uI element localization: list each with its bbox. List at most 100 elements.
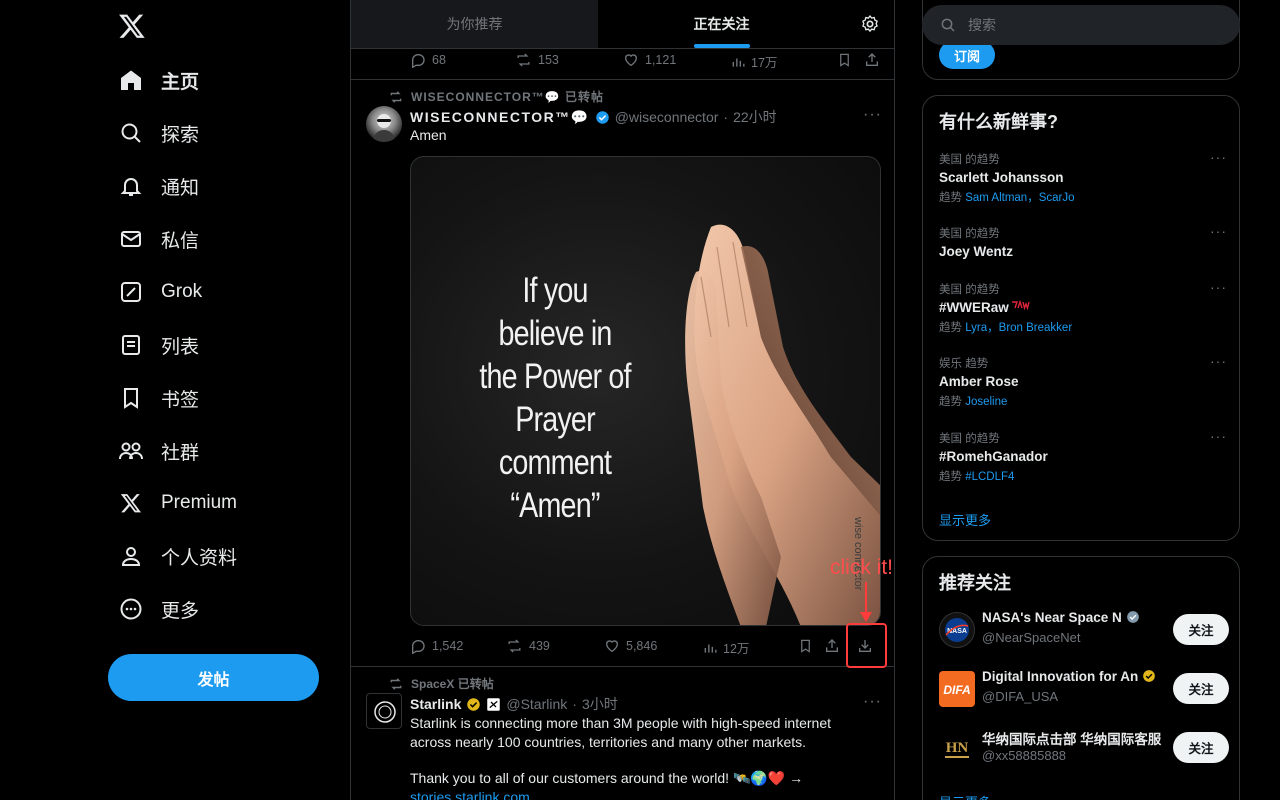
follow-suggestion[interactable]: HN 华纳国际点击部 华纳国际客服 @xx58885888 关注 [939,726,1229,770]
difa-logo-icon: DIFA [943,683,970,697]
views-button[interactable]: 12万 [703,638,749,657]
author-name[interactable]: Starlink [410,696,461,712]
trends-show-more-link[interactable]: 显示更多 [939,510,991,529]
trend-sub-links[interactable]: #LCDLF4 [965,471,1014,483]
bookmark-button[interactable] [837,52,852,68]
follow-suggestion[interactable]: NASA NASA's Near Space N @NearSpaceNet 关… [939,608,1229,652]
tab-for-you[interactable]: 为你推荐 [351,0,598,48]
nav-item-more[interactable]: 更多 [118,589,199,629]
nav-item-grok[interactable]: Grok [118,272,202,312]
tweet-time[interactable]: 3小时 [582,694,618,714]
follow-button[interactable]: 关注 [1173,673,1229,704]
like-button[interactable]: 5,846 [604,638,657,654]
nav-item-explore[interactable]: 探索 [118,113,199,153]
trend-item[interactable]: 美国 的趋势 Joey Wentz ··· [939,223,1229,259]
grok-icon [118,279,144,305]
nav-label: 列表 [161,336,200,358]
heart-icon [605,640,619,653]
trend-sub-prefix: 趋势 [939,322,962,334]
image-caption-text: If you believe in the Power of Prayer co… [470,269,641,527]
avatar[interactable] [366,106,402,142]
bookmark-button[interactable] [798,638,813,654]
nav-item-lists[interactable]: 列表 [118,325,199,365]
subscribe-button[interactable]: 订阅 [939,41,995,69]
raw-logo-icon [1011,299,1030,311]
timeline-settings-icon[interactable] [845,0,894,48]
like-button[interactable]: 1,121 [623,52,676,68]
trend-item[interactable]: 美国 的趋势 Scarlett Johansson 趋势 Sam Altman，… [939,149,1229,205]
avatar[interactable] [366,693,402,729]
author-name[interactable]: WISECONNECTOR™💬 [410,109,590,126]
suggestion-handle: @xx58885888 [982,748,1067,763]
post-button[interactable]: 发帖 [108,654,319,701]
trend-more-icon[interactable]: ··· [1210,223,1227,239]
left-sidebar: 主页 探索 通知 私信 Grok 列表 书签 社群 Premium 个人资料 更… [100,0,340,800]
repost-button[interactable]: 439 [506,638,550,654]
tweet-time[interactable]: 22小时 [733,107,777,127]
nav-item-notifications[interactable]: 通知 [118,166,199,206]
trend-title: #WWERaw [939,299,1229,315]
search-input[interactable] [968,17,1208,33]
trend-sub-links[interactable]: Sam Altman，ScarJo [965,192,1074,204]
tweet-image[interactable]: If you believe in the Power of Prayer co… [410,156,881,626]
image-text-line: Prayer [515,400,595,439]
follow-button[interactable]: 关注 [1173,732,1229,763]
nav-item-communities[interactable]: 社群 [118,431,199,471]
verified-gold-badge-icon [1143,670,1155,682]
search-box[interactable] [922,5,1240,45]
trend-more-icon[interactable]: ··· [1210,428,1227,444]
tweet-header: WISECONNECTOR™💬 @wiseconnector · 22小时 [410,107,777,127]
svg-text:DIFA: DIFA [943,683,970,697]
trend-item[interactable]: 美国 的趋势 #WWERaw 趋势 Lyra，Bron Breakker ··· [939,279,1229,335]
author-handle[interactable]: @wiseconnector [615,109,719,125]
trend-more-icon[interactable]: ··· [1210,149,1227,165]
trend-more-icon[interactable]: ··· [1210,353,1227,369]
reply-button[interactable]: 1,542 [410,638,463,654]
verified-gold-badge-icon [467,697,481,711]
repost-icon [517,53,530,67]
image-text-line: If you [522,271,588,310]
trend-item[interactable]: 娱乐 趋势 Amber Rose 趋势 Joseline ··· [939,353,1229,409]
avatar[interactable]: DIFA [939,671,975,707]
author-handle[interactable]: @Starlink [506,696,567,712]
bell-icon [118,173,144,199]
x-logo-icon[interactable] [118,12,146,40]
nav-item-profile[interactable]: 个人资料 [118,536,237,576]
nav-item-home[interactable]: 主页 [118,60,199,100]
bookmark-icon [118,385,144,411]
share-button[interactable] [824,638,840,654]
mail-icon [118,226,144,252]
tweet-more-icon[interactable]: ··· [863,693,882,711]
trend-item[interactable]: 美国 的趋势 #RomehGanador 趋势 #LCDLF4 ··· [939,428,1229,484]
follow-show-more-link[interactable]: 显示更多 [939,792,991,800]
avatar[interactable]: NASA [939,612,975,648]
follow-suggestion[interactable]: DIFA Digital Innovation for An @DIFA_USA… [939,667,1229,711]
tweet-more-icon[interactable]: ··· [863,106,882,124]
views-button[interactable]: 17万 [731,52,777,71]
share-button[interactable] [864,52,880,68]
trend-title-text: #WWERaw [939,300,1009,315]
tab-following[interactable]: 正在关注 [598,0,845,48]
avatar[interactable]: HN [939,730,975,766]
repost-icon [508,639,521,653]
nav-label: 私信 [161,230,200,252]
nav-item-bookmarks[interactable]: 书签 [118,378,199,418]
nav-item-premium[interactable]: Premium [118,483,237,523]
follow-button[interactable]: 关注 [1173,614,1229,645]
repost-button[interactable]: 153 [515,52,559,68]
trend-more-icon[interactable]: ··· [1210,279,1227,295]
nav-label: 社群 [161,442,200,464]
reply-count: 1,542 [432,639,464,653]
trend-sub-links[interactable]: Lyra，Bron Breakker [965,322,1072,334]
reply-button[interactable]: 68 [410,52,446,68]
dot-separator: · [572,696,577,712]
tweet-link[interactable]: stories.starlink.com [410,788,530,800]
like-count: 5,846 [626,639,658,653]
trend-sub-prefix: 趋势 [939,471,962,483]
trends-card: 有什么新鲜事? 美国 的趋势 Scarlett Johansson 趋势 Sam… [922,95,1240,541]
trends-title: 有什么新鲜事? [939,112,1058,132]
trend-sub-links[interactable]: Joseline [965,396,1007,408]
annotation-text: click it! [830,556,893,579]
views-count: 12万 [723,642,750,656]
nav-item-messages[interactable]: 私信 [118,219,199,259]
